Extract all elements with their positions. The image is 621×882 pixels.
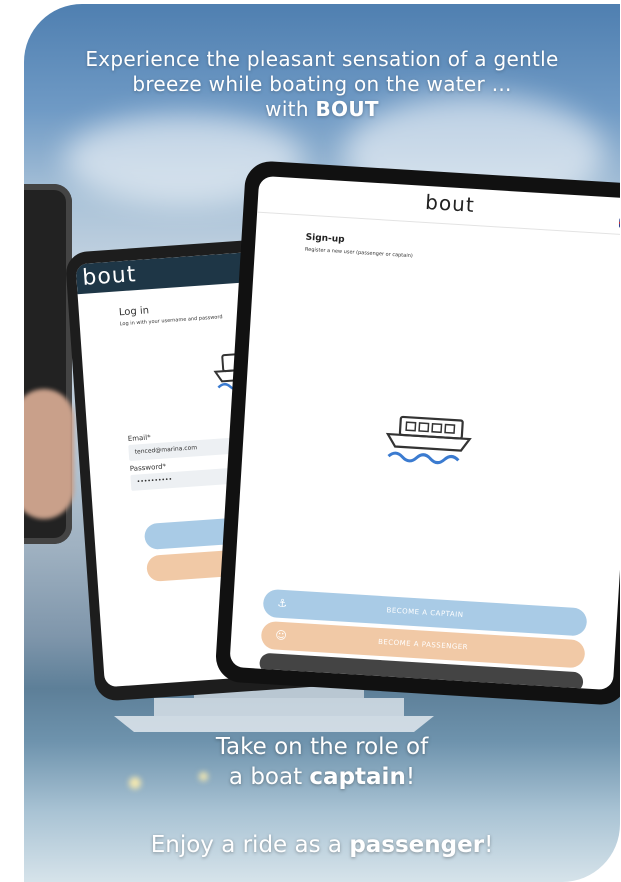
tagline-captain-word: captain (309, 764, 406, 790)
tagline-line2-suffix: ! (405, 764, 416, 790)
tagline-line1: Take on the role of (215, 734, 429, 760)
tagline-line3-prefix: Enjoy a ride as a (150, 832, 350, 858)
tagline-captain: Take on the role of a boat captain! (24, 732, 620, 792)
signup-subtitle: Register a new user (passenger or captai… (304, 246, 413, 260)
email-label: Email* (127, 433, 151, 444)
tagline-line2-prefix: a boat (228, 764, 310, 790)
signup-screen: bout Sign-up Register a new user (passen… (229, 175, 620, 691)
headline-line2: breeze while boating on the water ... (132, 72, 512, 96)
become-passenger-label: BECOME A PASSENGER (377, 637, 469, 652)
become-captain-label: BECOME A CAPTAIN (386, 606, 464, 620)
login-title: Log in (118, 305, 150, 319)
captain-hat-icon: ⚓ (276, 596, 289, 611)
tagline-line3-suffix: ! (484, 832, 494, 858)
tagline-passenger: Enjoy a ride as a passenger! (24, 830, 620, 860)
headline-line3-prefix: with (265, 97, 316, 121)
tagline-passenger-word: passenger (349, 832, 485, 858)
boat-icon (385, 415, 472, 465)
signup-title: Sign-up (305, 232, 345, 246)
uk-flag-icon[interactable] (618, 217, 620, 229)
password-label: Password* (129, 462, 167, 473)
brand-name: BOUT (315, 97, 379, 121)
passenger-icon: ☺ (274, 628, 288, 643)
headline: Experience the pleasant sensation of a g… (24, 47, 620, 122)
headline-line1: Experience the pleasant sensation of a g… (85, 47, 559, 71)
login-logo: bout (81, 262, 138, 291)
signup-tablet: bout Sign-up Register a new user (passen… (214, 159, 620, 707)
tagline-line2: a boat captain! (24, 762, 620, 792)
signup-logo: bout (424, 189, 476, 217)
signup-header: bout (257, 175, 620, 237)
headline-line3: with BOUT (24, 97, 620, 122)
hand (24, 389, 74, 519)
promo-card: Experience the pleasant sensation of a g… (24, 4, 620, 882)
